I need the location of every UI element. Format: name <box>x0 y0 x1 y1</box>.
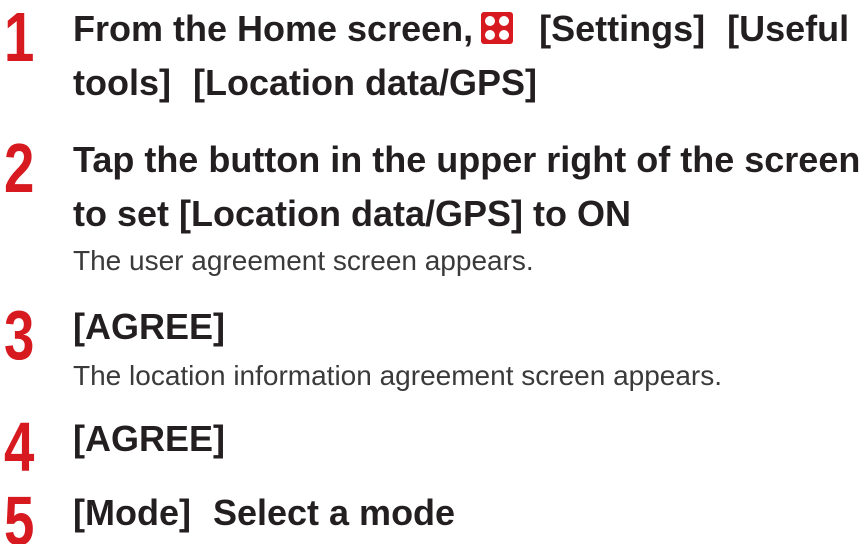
step-number: 4 <box>4 408 35 486</box>
step-number: 3 <box>4 296 35 374</box>
step-title-line-1: From the Home screen, [Settings] [Useful <box>73 2 863 56</box>
location-data-gps-label: [Location data/GPS] <box>192 62 538 103</box>
step-title: [AGREE] <box>73 306 225 347</box>
step-description: The user agreement screen appears. <box>73 245 534 276</box>
settings-label: [Settings] <box>539 8 706 49</box>
step-number: 5 <box>4 482 35 544</box>
step-title: [Mode] Select a mode <box>73 486 863 540</box>
step-number: 1 <box>4 0 35 76</box>
step-title-text: From the Home screen, <box>73 8 474 49</box>
mode-label: [Mode] <box>73 492 191 533</box>
step-title: [AGREE] <box>73 418 225 459</box>
step-description: The location information agreement scree… <box>73 360 723 391</box>
useful-tools-label-start: [Useful <box>727 8 850 49</box>
useful-tools-label-end: tools] <box>73 62 171 103</box>
step-title-line-1: Tap the button in the upper right of the… <box>73 139 861 180</box>
step-title: Tap the button in the upper right of the… <box>73 133 863 241</box>
step-title: From the Home screen, [Settings] [Useful t… <box>73 2 863 110</box>
step-title-line-2: to set [Location data/GPS] to ON <box>73 193 632 234</box>
select-mode-text: Select a mode <box>212 492 456 533</box>
apps-icon <box>481 12 514 44</box>
step-number: 2 <box>4 129 35 207</box>
step-title-line-2: tools] [Location data/GPS] <box>73 56 863 110</box>
